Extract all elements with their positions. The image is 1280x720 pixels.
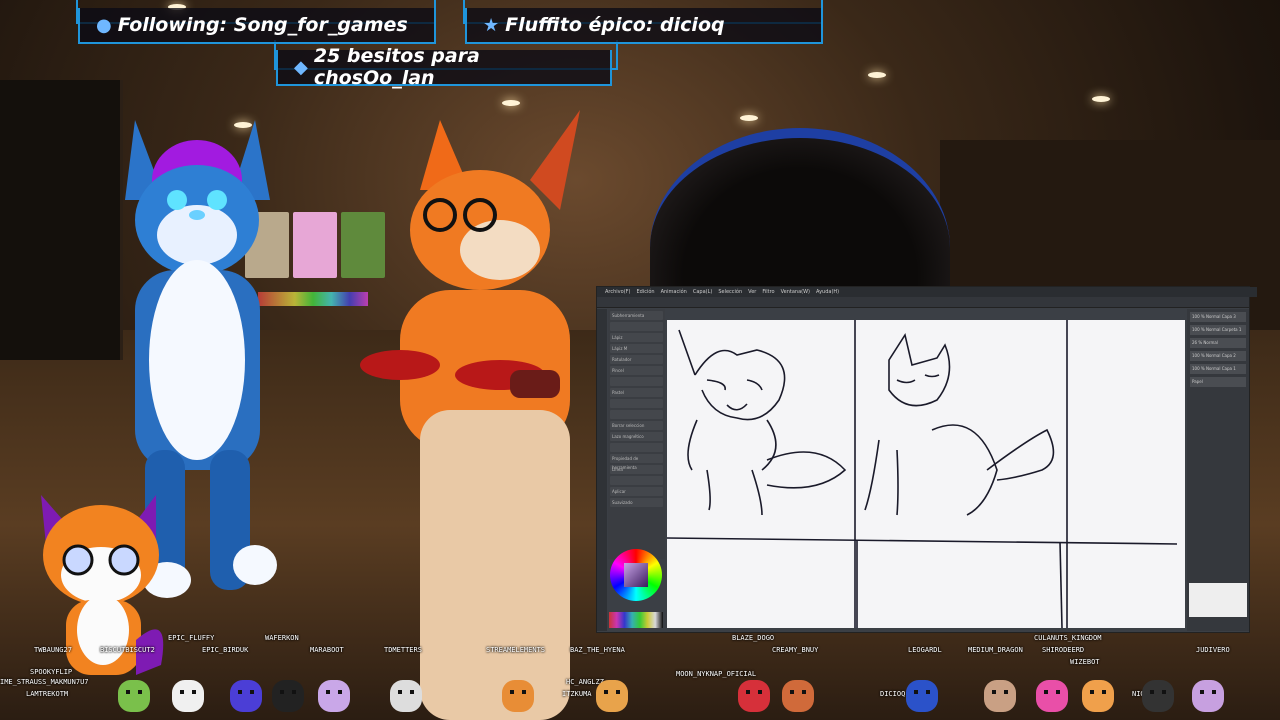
layer-row[interactable]: 100 % Normal Capa 2 bbox=[1190, 351, 1246, 361]
chatter-name: JUDIVERO bbox=[1196, 646, 1230, 654]
sub-tool-row[interactable]: Suavizado bbox=[610, 498, 663, 507]
chatter-avatar bbox=[1082, 680, 1114, 712]
chatter-name: EPIC_FLUFFY bbox=[168, 634, 215, 642]
chatter-name: MARABOOT bbox=[310, 646, 344, 654]
chatter-name: DICIOQ bbox=[880, 690, 906, 698]
sub-tool-row[interactable] bbox=[610, 399, 663, 408]
layer-row[interactable]: 100 % Normal Capa 3 bbox=[1190, 312, 1246, 322]
chatter-avatar bbox=[1142, 680, 1174, 712]
ceiling-light bbox=[868, 72, 886, 78]
sketch-drawing bbox=[666, 320, 1178, 629]
chatter-name: SHIRODEERD bbox=[1042, 646, 1085, 654]
chatter-avatar bbox=[596, 680, 628, 712]
chatter-avatar bbox=[782, 680, 814, 712]
chatter-name: TDMETTERS bbox=[384, 646, 422, 654]
fluffito-alert-text: Fluffito épico: dicioq bbox=[505, 14, 725, 36]
clip-studio-window[interactable]: Archivo(F) Edición Animación Capa(L) Selecci… bbox=[596, 286, 1257, 633]
chatter-avatar bbox=[906, 680, 938, 712]
menu-item[interactable]: Selección bbox=[718, 289, 742, 295]
menu-item[interactable]: Edición bbox=[636, 289, 654, 295]
menu-item[interactable]: Ver bbox=[748, 289, 756, 295]
sub-tool-row[interactable]: Aplicar bbox=[610, 487, 663, 496]
chatter-name: EPIC_BIRDUK bbox=[202, 646, 249, 654]
chatter-avatar bbox=[118, 680, 150, 712]
chatter-name: BISCUTBISCUT2 bbox=[100, 646, 155, 654]
chatter-avatar bbox=[738, 680, 770, 712]
ceiling-light bbox=[740, 115, 758, 121]
chatter-name: LEOGARDL bbox=[908, 646, 942, 654]
layer-row[interactable]: 100 % Normal Carpeta 1 bbox=[1190, 325, 1246, 335]
sub-tool-row[interactable]: Pastel bbox=[610, 388, 663, 397]
color-square[interactable] bbox=[624, 563, 648, 587]
poster bbox=[293, 212, 337, 278]
follow-alert-text: Following: Song_for_games bbox=[117, 14, 408, 36]
sub-tool-row[interactable]: Pincel bbox=[610, 366, 663, 375]
fluffito-alert: ★ Fluffito épico: dicioq bbox=[465, 8, 823, 44]
sub-tool-row[interactable]: Lazo magnético bbox=[610, 432, 663, 441]
menu-bar[interactable]: Archivo(F) Edición Animación Capa(L) Selecci… bbox=[597, 287, 1257, 297]
ceiling-light bbox=[1092, 96, 1110, 102]
menu-item[interactable]: Ventana(W) bbox=[781, 289, 810, 295]
chatter-name: MOON_NYKNAP_OFICIAL bbox=[676, 670, 757, 678]
sub-tool-row[interactable] bbox=[610, 410, 663, 419]
sub-tool-row[interactable]: Subherramienta bbox=[610, 311, 663, 320]
color-swatches[interactable] bbox=[609, 612, 663, 628]
chatter-name: ITZKUMA bbox=[562, 690, 592, 698]
chatter-name: SPOOKYFLIP bbox=[30, 668, 73, 676]
chatter-name: CULANUTS_KINGDOM bbox=[1034, 634, 1102, 642]
sub-tool-row[interactable] bbox=[610, 322, 663, 331]
user-icon: ● bbox=[96, 14, 112, 36]
chatter-bar: TWBAUNG27 BISCUTBISCUT2 EPIC_FLUFFY EPIC_BI… bbox=[0, 632, 1280, 720]
tool-palette[interactable] bbox=[597, 309, 607, 631]
navigator-preview[interactable] bbox=[1189, 583, 1247, 617]
chatter-name: TWBAUNG27 bbox=[34, 646, 72, 654]
chatter-avatar bbox=[1192, 680, 1224, 712]
chatter-avatar bbox=[390, 680, 422, 712]
sub-tool-row[interactable]: Propiedad de herramienta bbox=[610, 454, 663, 470]
layer-row[interactable]: Papel bbox=[1190, 377, 1246, 387]
sub-tool-row[interactable] bbox=[610, 443, 663, 452]
chatter-avatar bbox=[502, 680, 534, 712]
menu-item[interactable]: Animación bbox=[661, 289, 687, 295]
chatter-avatar bbox=[172, 680, 204, 712]
menu-item[interactable]: Filtro bbox=[762, 289, 774, 295]
chatter-name: BLAZE_DOGO bbox=[732, 634, 775, 642]
chatter-name: IME_STRAUSS_MAKMUN7U7 bbox=[0, 678, 89, 686]
orange-fox-avatar bbox=[360, 110, 580, 720]
toolbar[interactable] bbox=[597, 297, 1249, 308]
sub-tool-row[interactable] bbox=[610, 476, 663, 485]
besitos-alert-text: 25 besitos para chosOo_lan bbox=[313, 45, 480, 89]
color-wheel[interactable] bbox=[610, 549, 662, 601]
follow-alert: ● Following: Song_for_games bbox=[78, 8, 436, 44]
chatter-name: MEDIUM_DRAGON bbox=[968, 646, 1023, 654]
besitos-alert: ◆ 25 besitos para chosOo_lan bbox=[276, 45, 612, 89]
sub-tool-row[interactable] bbox=[610, 377, 663, 386]
sub-tool-row[interactable]: Rotulador bbox=[610, 355, 663, 364]
chatter-avatar bbox=[272, 680, 304, 712]
menu-item[interactable]: Archivo(F) bbox=[605, 289, 630, 295]
chatter-avatar bbox=[984, 680, 1016, 712]
sub-tool-panel[interactable]: Subherramienta Lápiz Lápiz M Rotulador Pince… bbox=[608, 309, 665, 559]
star-icon: ★ bbox=[483, 14, 500, 36]
chatter-name: CREAMY_BNUY bbox=[772, 646, 819, 654]
chatter-name: WAFERKON bbox=[265, 634, 299, 642]
chatter-name: BAZ_THE_HYENA bbox=[570, 646, 625, 654]
chatter-name: STREAMELEMENTS bbox=[486, 646, 546, 654]
ceiling-light bbox=[502, 100, 520, 106]
diamond-icon: ◆ bbox=[294, 56, 308, 78]
chatter-name: LAMTREKOTM bbox=[26, 690, 69, 698]
sub-tool-row[interactable]: Lápiz bbox=[610, 333, 663, 342]
menu-item[interactable]: Ayuda(H) bbox=[816, 289, 839, 295]
chatter-avatar bbox=[230, 680, 262, 712]
chatter-avatar bbox=[1036, 680, 1068, 712]
layer-row[interactable]: 26 % Normal bbox=[1190, 338, 1246, 348]
menu-item[interactable]: Capa(L) bbox=[693, 289, 712, 295]
drawing-canvas[interactable] bbox=[666, 320, 1185, 629]
chatter-avatar bbox=[318, 680, 350, 712]
layer-row[interactable]: 100 % Normal Capa 1 bbox=[1190, 364, 1246, 374]
sub-tool-row[interactable]: Borrar seleccion bbox=[610, 421, 663, 430]
sub-tool-row[interactable]: Lápiz M bbox=[610, 344, 663, 353]
dark-window bbox=[0, 80, 123, 360]
chatter-name: WIZEBOT bbox=[1070, 658, 1100, 666]
